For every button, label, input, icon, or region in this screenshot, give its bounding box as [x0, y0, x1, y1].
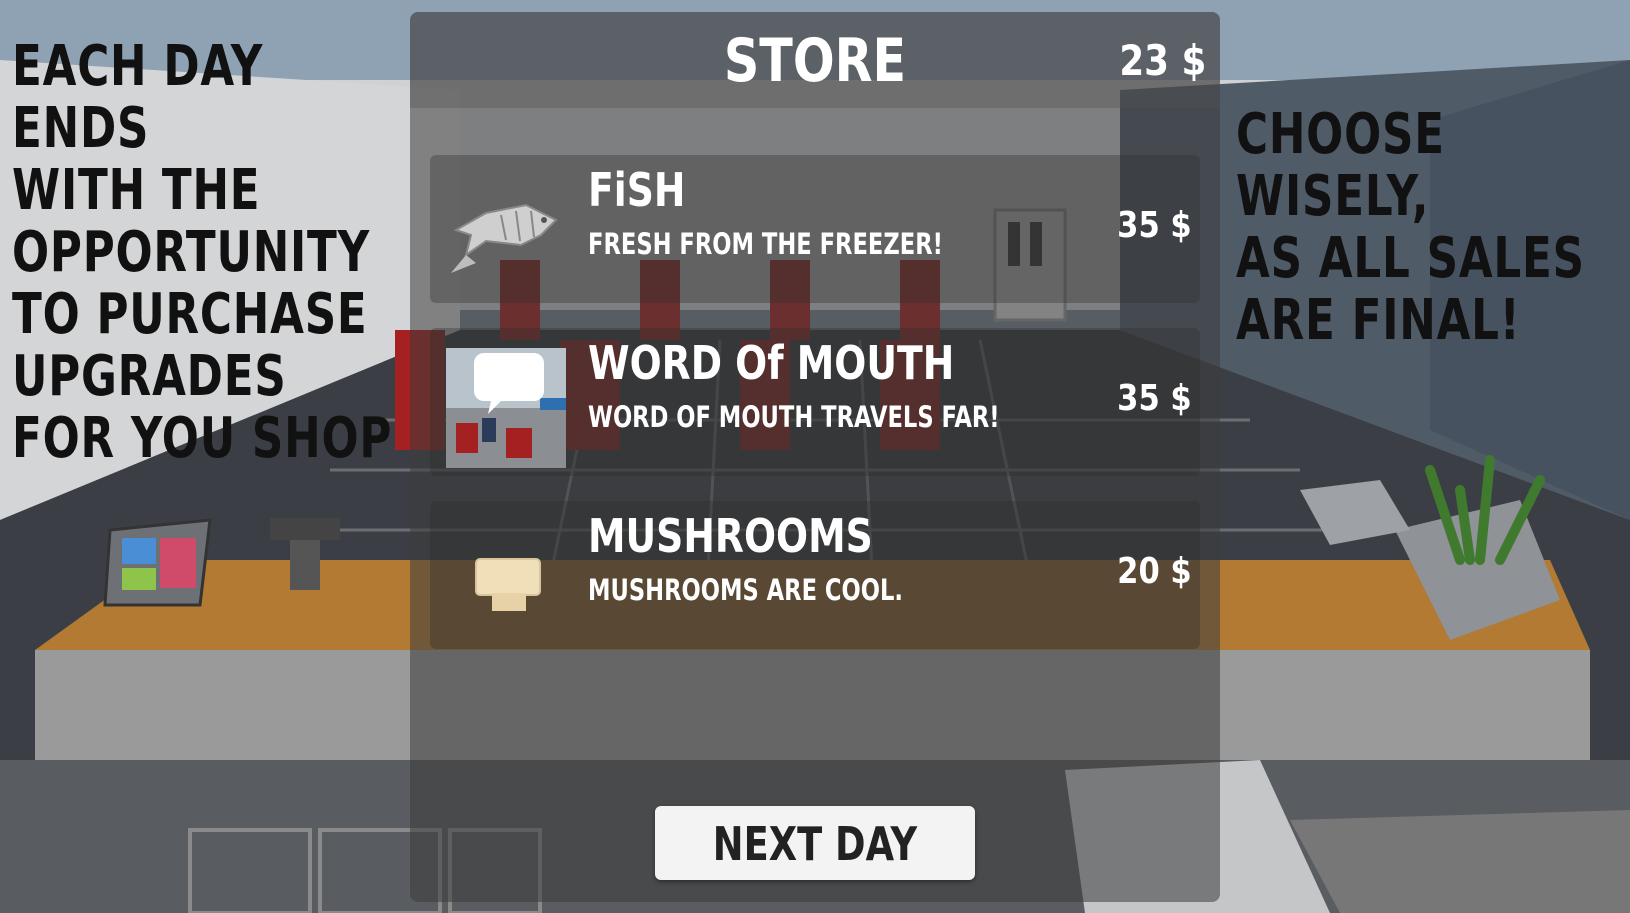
store-item-word-of-mouth[interactable]: WORD Of MOUTH Word of mouth travels far!…: [430, 328, 1200, 476]
mushroom-icon: [475, 558, 541, 611]
store-title: STORE: [723, 26, 907, 96]
next-day-button[interactable]: NEXT DAY: [655, 806, 975, 880]
next-day-label: NEXT DAY: [712, 817, 918, 871]
intro-message-left: Each day ends with the opportunity to pu…: [12, 34, 393, 471]
item-price: 20 $: [1117, 551, 1192, 592]
money-balance: 23 $: [1119, 36, 1206, 85]
store-panel: STORE 23 $ FiSH Fresh from The freezer! …: [410, 12, 1220, 902]
fish-icon: [451, 203, 558, 273]
item-price: 35 $: [1117, 378, 1192, 419]
item-name: FiSH: [588, 163, 686, 217]
item-description: Fresh from The freezer!: [588, 227, 943, 261]
word-of-mouth-icon: [446, 348, 566, 468]
item-price: 35 $: [1117, 205, 1192, 246]
store-item-fish[interactable]: FiSH Fresh from The freezer! 35 $: [430, 155, 1200, 303]
item-name: WORD Of MOUTH: [588, 336, 955, 390]
item-name: MUSHROOMS: [588, 509, 873, 563]
item-description: Mushrooms are cool.: [588, 573, 903, 607]
store-item-mushrooms[interactable]: MUSHROOMS Mushrooms are cool. 20 $: [430, 501, 1200, 649]
item-description: Word of mouth travels far!: [588, 400, 1000, 434]
warning-message-right: Choose wisely, as all sales are final!: [1236, 102, 1585, 353]
